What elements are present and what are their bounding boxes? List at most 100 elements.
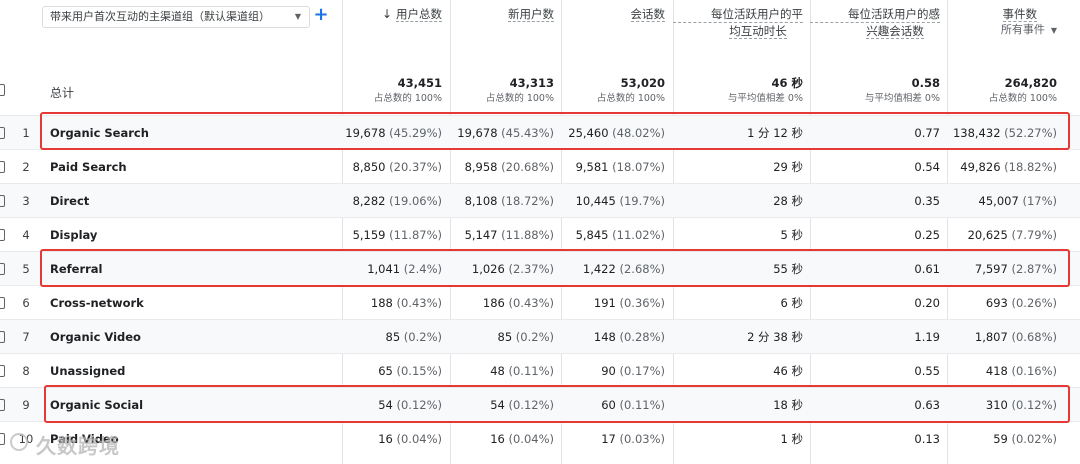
cell-value: 1 秒 — [780, 432, 803, 446]
cell-engaged-sessions: 0.61 — [810, 252, 940, 286]
cell-value: 0.55 — [914, 364, 940, 378]
row-channel-name[interactable]: Referral — [50, 252, 103, 286]
cell-sessions: 25,460 (48.02%) — [561, 116, 665, 150]
cell-value: 0.35 — [914, 194, 940, 208]
cell-value: 90 — [601, 364, 616, 378]
cell-value: 0.54 — [914, 160, 940, 174]
cell-sessions: 5,845 (11.02%) — [561, 218, 665, 252]
cell-sessions: 191 (0.36%) — [561, 286, 665, 320]
cell-value: 1 分 12 秒 — [747, 126, 803, 140]
cell-value: 1,026 — [471, 262, 505, 276]
table-row[interactable]: 8 Unassigned 65 (0.15%) 48 (0.11%) 90 (0.17%… — [0, 353, 1080, 387]
cell-value: 186 — [482, 296, 505, 310]
cell-avg-engagement: 55 秒 — [673, 252, 803, 286]
cell-percent: (2.4%) — [403, 262, 442, 276]
cell-new-users: 54 (0.12%) — [450, 388, 554, 422]
row-checkbox[interactable] — [0, 229, 5, 241]
cell-events: 693 (0.26%) — [947, 286, 1057, 320]
totals-label: 总计 — [50, 86, 75, 100]
cell-percent: (0.68%) — [1011, 330, 1057, 344]
table-row[interactable]: 1 Organic Search 19,678 (45.29%) 19,678 (45… — [0, 115, 1080, 149]
cell-value: 16 — [490, 432, 505, 446]
row-checkbox[interactable] — [0, 161, 5, 173]
row-channel-name[interactable]: Organic Social — [50, 388, 143, 422]
header-users[interactable]: ↓ 用户总数 — [342, 6, 442, 22]
table-row[interactable]: 10 Paid Video 16 (0.04%) 16 (0.04%) 17 (0.03… — [0, 421, 1080, 455]
header-engaged-sessions[interactable]: 每位活跃用户的感 兴趣会话数 — [810, 6, 940, 39]
row-checkbox[interactable] — [0, 297, 5, 309]
cell-value: 54 — [378, 398, 393, 412]
header-events[interactable]: 事件数 所有事件 ▼ — [947, 6, 1057, 39]
cell-percent: (18.07%) — [612, 160, 665, 174]
dimension-select-label: 带来用户首次互动的主渠道组（默认渠道组） — [50, 10, 270, 23]
cell-engaged-sessions: 0.13 — [810, 422, 940, 456]
total-engaged-sessions: 0.58 与平均值相差 0% — [810, 76, 940, 105]
table-row[interactable]: 3 Direct 8,282 (19.06%) 8,108 (18.72%) 10,44… — [0, 183, 1080, 217]
table-row[interactable]: 2 Paid Search 8,850 (20.37%) 8,958 (20.68%)… — [0, 149, 1080, 183]
cell-events: 138,432 (52.27%) — [947, 116, 1057, 150]
cell-percent: (0.43%) — [508, 296, 554, 310]
row-checkbox[interactable] — [0, 84, 5, 96]
table-row[interactable]: 6 Cross-network 188 (0.43%) 186 (0.43%) 191 … — [0, 285, 1080, 319]
header-sessions[interactable]: 会话数 — [561, 6, 665, 22]
add-dimension-button[interactable]: + — [313, 4, 329, 26]
cell-percent: (20.37%) — [389, 160, 442, 174]
cell-value: 6 秒 — [780, 296, 803, 310]
row-checkbox[interactable] — [0, 331, 5, 343]
row-checkbox[interactable] — [0, 127, 5, 139]
header-new-users[interactable]: 新用户数 — [450, 6, 554, 22]
table-row[interactable]: 7 Organic Video 85 (0.2%) 85 (0.2%) 148 (0.2… — [0, 319, 1080, 353]
cell-value: 10,445 — [575, 194, 616, 208]
table-row[interactable]: 5 Referral 1,041 (2.4%) 1,026 (2.37%) 1,422 … — [0, 251, 1080, 285]
cell-value: 19,678 — [345, 126, 386, 140]
cell-sessions: 1,422 (2.68%) — [561, 252, 665, 286]
cell-value: 1,807 — [974, 330, 1008, 344]
row-channel-name[interactable]: Paid Search — [50, 150, 127, 184]
total-new-users-value: 43,313 — [509, 76, 554, 90]
row-checkbox[interactable] — [0, 365, 5, 377]
row-channel-name[interactable]: Unassigned — [50, 354, 125, 388]
header-avg-engagement-line1: 每位活跃用户的平 — [673, 6, 803, 23]
cell-percent: (0.12%) — [1011, 398, 1057, 412]
row-channel-name[interactable]: Display — [50, 218, 97, 252]
row-checkbox[interactable] — [0, 195, 5, 207]
cell-users: 188 (0.43%) — [342, 286, 442, 320]
cell-events: 45,007 (17%) — [947, 184, 1057, 218]
total-sessions: 53,020 占总数的 100% — [561, 76, 665, 105]
dimension-select[interactable]: 带来用户首次互动的主渠道组（默认渠道组） ▼ — [42, 6, 310, 28]
cell-percent: (0.11%) — [619, 398, 665, 412]
cell-value: 8,282 — [352, 194, 386, 208]
row-channel-name[interactable]: Organic Video — [50, 320, 141, 354]
table-row[interactable]: 4 Display 5,159 (11.87%) 5,147 (11.88%) 5,84… — [0, 217, 1080, 251]
row-checkbox[interactable] — [0, 263, 5, 275]
cell-value: 7,597 — [974, 262, 1008, 276]
cell-new-users: 8,958 (20.68%) — [450, 150, 554, 184]
cell-value: 1.19 — [914, 330, 940, 344]
row-channel-name[interactable]: Organic Search — [50, 116, 149, 150]
watermark-text: 久数跨境 — [36, 434, 120, 458]
cell-percent: (19.06%) — [389, 194, 442, 208]
cell-new-users: 19,678 (45.43%) — [450, 116, 554, 150]
table-row[interactable]: 9 Organic Social 54 (0.12%) 54 (0.12%) 60 (0… — [0, 387, 1080, 421]
row-checkbox[interactable] — [0, 399, 5, 411]
cell-sessions: 90 (0.17%) — [561, 354, 665, 388]
cell-percent: (2.87%) — [1011, 262, 1057, 276]
cell-percent: (0.43%) — [396, 296, 442, 310]
header-avg-engagement[interactable]: 每位活跃用户的平 均互动时长 — [673, 6, 803, 39]
cell-percent: (20.68%) — [501, 160, 554, 174]
cell-value: 5 秒 — [780, 228, 803, 242]
total-engaged-sessions-value: 0.58 — [911, 76, 940, 90]
cell-percent: (0.04%) — [396, 432, 442, 446]
row-checkbox[interactable] — [0, 433, 5, 445]
report-table: 带来用户首次互动的主渠道组（默认渠道组） ▼ + ↓ 用户总数 新用户数 会话数 … — [0, 0, 1080, 464]
total-new-users: 43,313 占总数的 100% — [450, 76, 554, 105]
cell-value: 8,108 — [464, 194, 498, 208]
row-channel-name[interactable]: Cross-network — [50, 286, 144, 320]
row-index: 3 — [22, 194, 30, 208]
cell-value: 2 分 38 秒 — [747, 330, 803, 344]
row-channel-name[interactable]: Direct — [50, 184, 89, 218]
cell-new-users: 16 (0.04%) — [450, 422, 554, 456]
cell-users: 8,282 (19.06%) — [342, 184, 442, 218]
event-filter-dropdown[interactable]: 所有事件 ▼ — [947, 22, 1057, 39]
chevron-down-icon: ▼ — [294, 12, 301, 21]
